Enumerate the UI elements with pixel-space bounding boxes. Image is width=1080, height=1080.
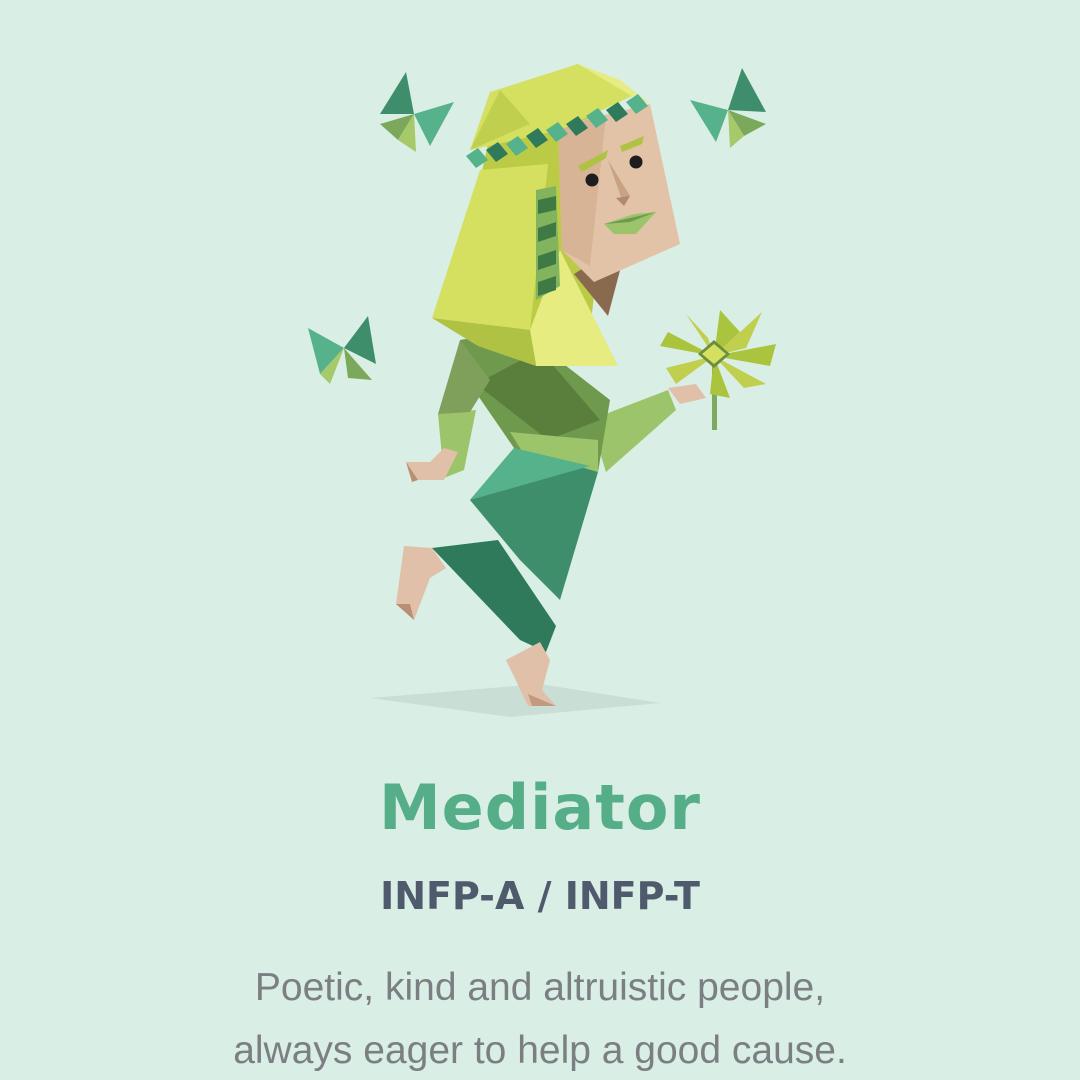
description-line: always eager to help a good cause.	[233, 1029, 847, 1072]
personality-title: Mediator	[378, 771, 702, 844]
personality-codes: INFP-A / INFP-T	[380, 874, 700, 918]
mediator-character-icon	[308, 64, 776, 717]
flower-icon	[660, 310, 776, 430]
personality-card: Mediator INFP-A / INFP-T Poetic, kind an…	[0, 0, 1080, 1080]
butterfly-icon	[308, 316, 376, 384]
butterfly-icon	[690, 68, 766, 148]
personality-description: Poetic, kind and altruistic people, alwa…	[0, 956, 1080, 1080]
butterfly-icon	[380, 72, 454, 152]
ground-shadow	[370, 684, 660, 717]
description-line: Poetic, kind and altruistic people,	[254, 966, 826, 1009]
